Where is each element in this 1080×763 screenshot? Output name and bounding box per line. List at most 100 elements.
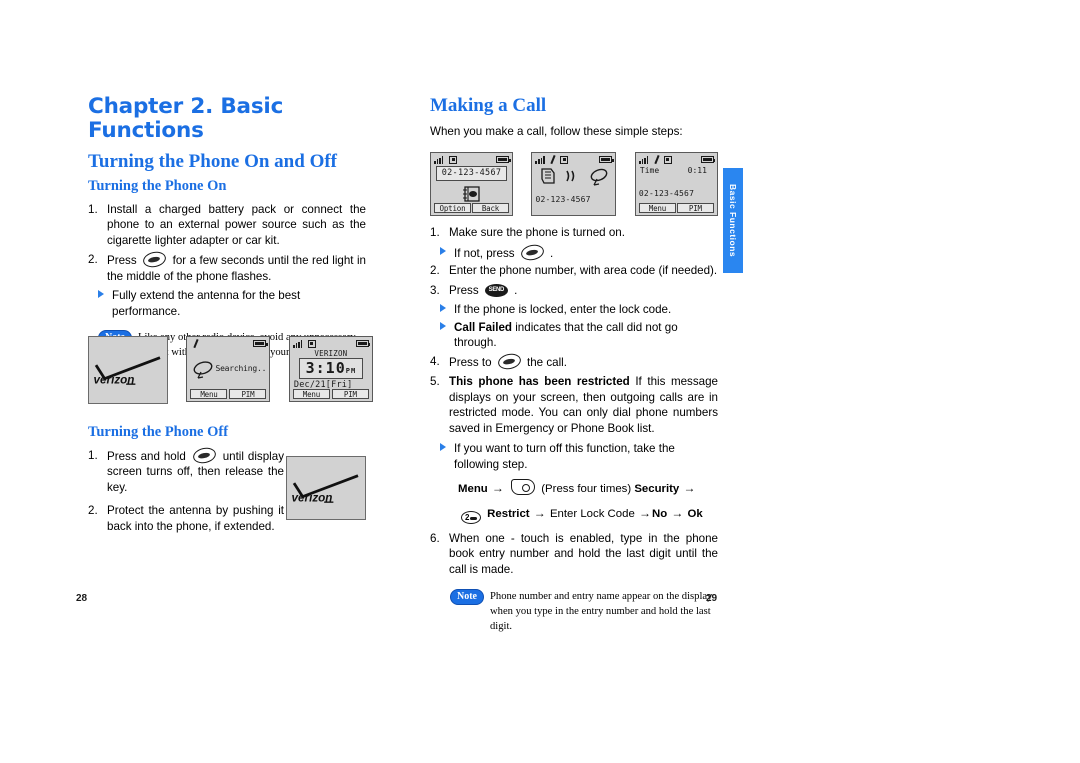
section-title-turning-phone: Turning the Phone On and Off	[88, 151, 338, 173]
roaming-icon	[549, 155, 557, 164]
roaming-icon	[653, 155, 661, 164]
step-text: Press to	[449, 355, 492, 369]
step-number: 1.	[88, 448, 98, 462]
triangle-bullet-icon	[98, 290, 104, 299]
step-text: When one - touch is enabled, type in the…	[449, 531, 718, 576]
step-item: 5. This phone has been restricted If thi…	[430, 374, 718, 436]
call-failed-label: Call Failed	[454, 320, 512, 334]
menu-label: Menu	[458, 483, 488, 496]
screen-searching: Searching.. Menu PIM	[186, 336, 271, 402]
triangle-bullet-icon	[440, 443, 446, 452]
softkey-pim[interactable]: PIM	[229, 389, 267, 399]
status-bar	[535, 155, 614, 164]
screen-connected: Time 0:11 02-123-4567 Menu PIM	[634, 152, 718, 216]
making-call-steps: 1. Make sure the phone is turned on. If …	[430, 225, 718, 640]
security-label: Security	[634, 483, 680, 496]
signal-waves-icon	[566, 170, 575, 182]
soft-key-bar: Menu PIM	[638, 203, 714, 213]
step-item: 6. When one - touch is enabled, type in …	[430, 531, 718, 578]
triangle-bullet-icon	[440, 304, 446, 313]
enter-lock-code-label: Enter Lock Code	[549, 507, 635, 520]
signal-strength-icon	[292, 340, 305, 348]
left-screens-row: verizon Searching.. Menu PIM VERIZON 3:1…	[88, 336, 373, 404]
searching-text: Searching..	[215, 364, 267, 373]
two-key-icon: 2	[461, 510, 481, 524]
connected-number: 02-123-4567	[638, 189, 695, 198]
triangle-bullet-icon	[440, 246, 446, 255]
screen-verizon-logo-off: verizon	[286, 456, 366, 520]
softkey-pim[interactable]: PIM	[331, 389, 369, 399]
arrow-icon: →	[491, 481, 504, 496]
clock-display: 3:10PM	[298, 358, 363, 379]
step-item: 1. Make sure the phone is turned on.	[430, 225, 718, 241]
bullet-text: Fully extend the antenna for the best pe…	[112, 289, 301, 318]
calling-number: 02-123-4567	[535, 195, 591, 204]
step-item: 3. Press SEND .	[430, 283, 718, 299]
step-number: 6.	[430, 531, 440, 545]
signal-strength-icon	[535, 156, 547, 164]
chapter-title: Chapter 2. Basic Functions	[88, 94, 284, 143]
status-bar	[434, 155, 511, 164]
arrow-icon: →	[671, 505, 684, 520]
battery-icon	[253, 340, 268, 347]
step-item: 4. Press to the call.	[430, 351, 718, 371]
screen-dial: 02-123-4567 Option Back	[430, 152, 513, 216]
left-page-column: Chapter 2. Basic Functions Turning the P…	[88, 95, 366, 366]
step-item: 2. Protect the antenna by pushing it bac…	[88, 503, 284, 534]
arrow-icon: →	[638, 505, 651, 520]
step-text: Install a charged battery pack or connec…	[107, 202, 366, 247]
status-bar	[190, 339, 268, 348]
step-item: 2. Press for a few seconds until the red…	[88, 250, 366, 284]
soft-key-bar: Option Back	[434, 203, 509, 213]
note-text: Phone number and entry name appear on th…	[490, 591, 713, 633]
step-number: 1.	[430, 226, 440, 239]
step-text: Make sure the phone is turned on.	[449, 226, 625, 239]
restricted-label: This phone has been restricted	[449, 375, 630, 389]
phone-off-steps: 1. Press and hold until display screen t…	[88, 445, 284, 535]
battery-icon	[700, 156, 716, 163]
end-key-icon	[496, 351, 523, 371]
softkey-menu[interactable]: Menu	[638, 203, 676, 213]
intro-text: When you make a call, follow these simpl…	[430, 124, 683, 138]
battery-icon	[599, 156, 614, 163]
digital-mode-icon	[663, 155, 672, 164]
phonebook-icon	[463, 186, 480, 202]
note-badge: Note	[450, 589, 484, 606]
bullet-locked-phone: If the phone is locked, enter the lock c…	[440, 302, 718, 318]
bullet-text-pre: If not, press	[454, 246, 515, 260]
softkey-menu[interactable]: Menu	[292, 389, 330, 399]
digital-mode-icon	[560, 155, 569, 164]
step-text: Enter the phone number, with area code (…	[449, 264, 718, 278]
softkey-option[interactable]: Option	[434, 203, 471, 213]
step-item: 2. Enter the phone number, with area cod…	[430, 263, 718, 279]
step-item: 1. Press and hold until display screen t…	[88, 445, 284, 496]
step-text-post: .	[514, 283, 518, 297]
step-number: 3.	[430, 283, 440, 297]
softkey-back[interactable]: Back	[472, 203, 509, 213]
subsection-title-phone-on: Turning the Phone On	[88, 178, 227, 195]
step-number: 1.	[88, 202, 98, 216]
handset-icon	[541, 168, 556, 184]
clock-time: 3:10	[305, 359, 346, 377]
arrow-icon: →	[683, 481, 696, 496]
end-key-icon	[191, 445, 218, 465]
side-tab-basic-functions: Basic Functions	[723, 168, 743, 273]
send-key-icon: SEND	[484, 283, 508, 297]
softkey-menu[interactable]: Menu	[190, 389, 228, 399]
step-number: 4.	[430, 354, 440, 368]
clock-ampm: PM	[345, 367, 357, 375]
step-text: Press	[449, 283, 479, 297]
call-time-label: Time	[639, 166, 660, 175]
no-signal-icon	[192, 339, 200, 348]
bullet-text-post: .	[550, 246, 554, 260]
bullet-antenna: Fully extend the antenna for the best pe…	[98, 288, 366, 319]
soft-key-bar: Menu PIM	[292, 389, 369, 399]
satellite-dish-icon	[591, 168, 608, 186]
screen-calling: 02-123-4567	[531, 152, 617, 216]
verizon-logo-icon: verizon	[94, 356, 161, 386]
step-number: 2.	[88, 504, 98, 518]
step-text-pre: Press	[107, 254, 137, 268]
step-number: 2.	[88, 253, 98, 267]
satellite-dish-icon	[194, 361, 213, 379]
softkey-pim[interactable]: PIM	[676, 203, 714, 213]
